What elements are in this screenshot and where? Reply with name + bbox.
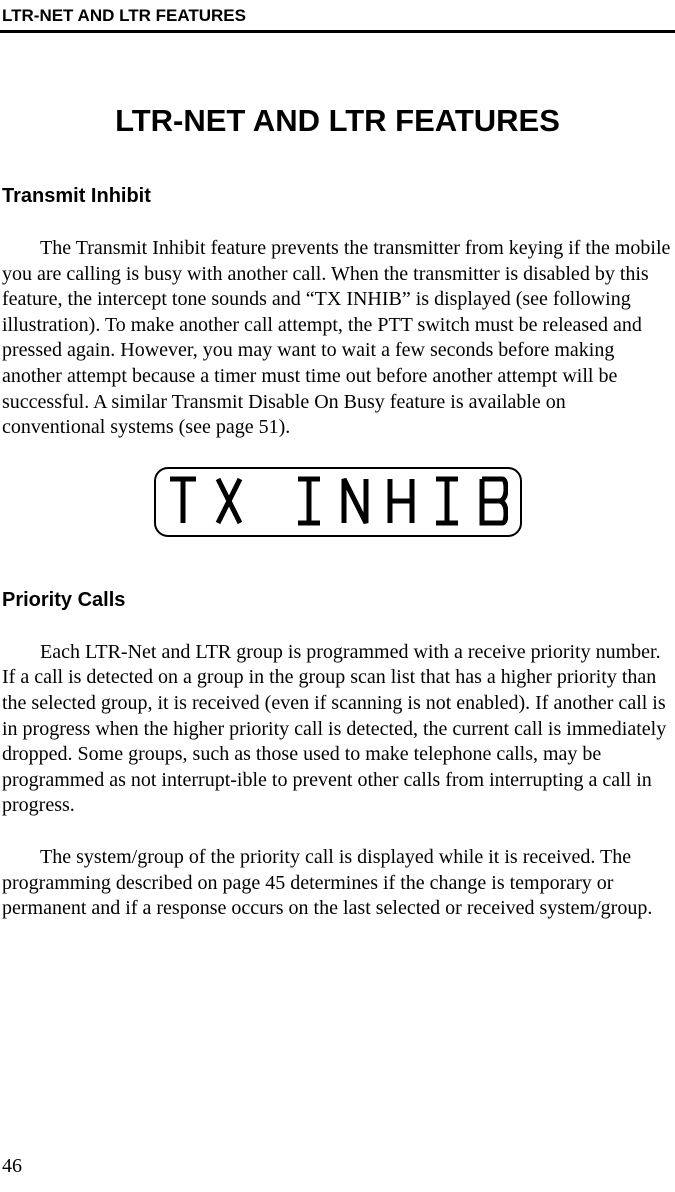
page-title: LTR-NET AND LTR FEATURES — [2, 103, 673, 139]
para-priority-calls-2: The system/group of the priority call is… — [2, 845, 673, 922]
running-head: LTR-NET AND LTR FEATURES — [0, 0, 675, 30]
seg-T — [168, 475, 198, 527]
para-priority-calls-1: Each LTR-Net and LTR group is programmed… — [2, 640, 673, 819]
para-transmit-inhibit: The Transmit Inhibit feature prevents th… — [2, 236, 673, 441]
seg-N — [340, 475, 370, 527]
header-rule — [0, 30, 675, 33]
seg-B — [478, 475, 508, 527]
heading-priority-calls: Priority Calls — [2, 589, 673, 612]
heading-transmit-inhibit: Transmit Inhibit — [2, 185, 673, 208]
seg-I — [294, 475, 324, 527]
seg-space — [260, 475, 278, 527]
lcd-illustration — [2, 467, 673, 537]
seg-X — [214, 475, 244, 527]
page-number: 46 — [2, 1155, 22, 1178]
seg-H — [386, 475, 416, 527]
lcd-display — [154, 467, 522, 537]
seg-I2 — [432, 475, 462, 527]
